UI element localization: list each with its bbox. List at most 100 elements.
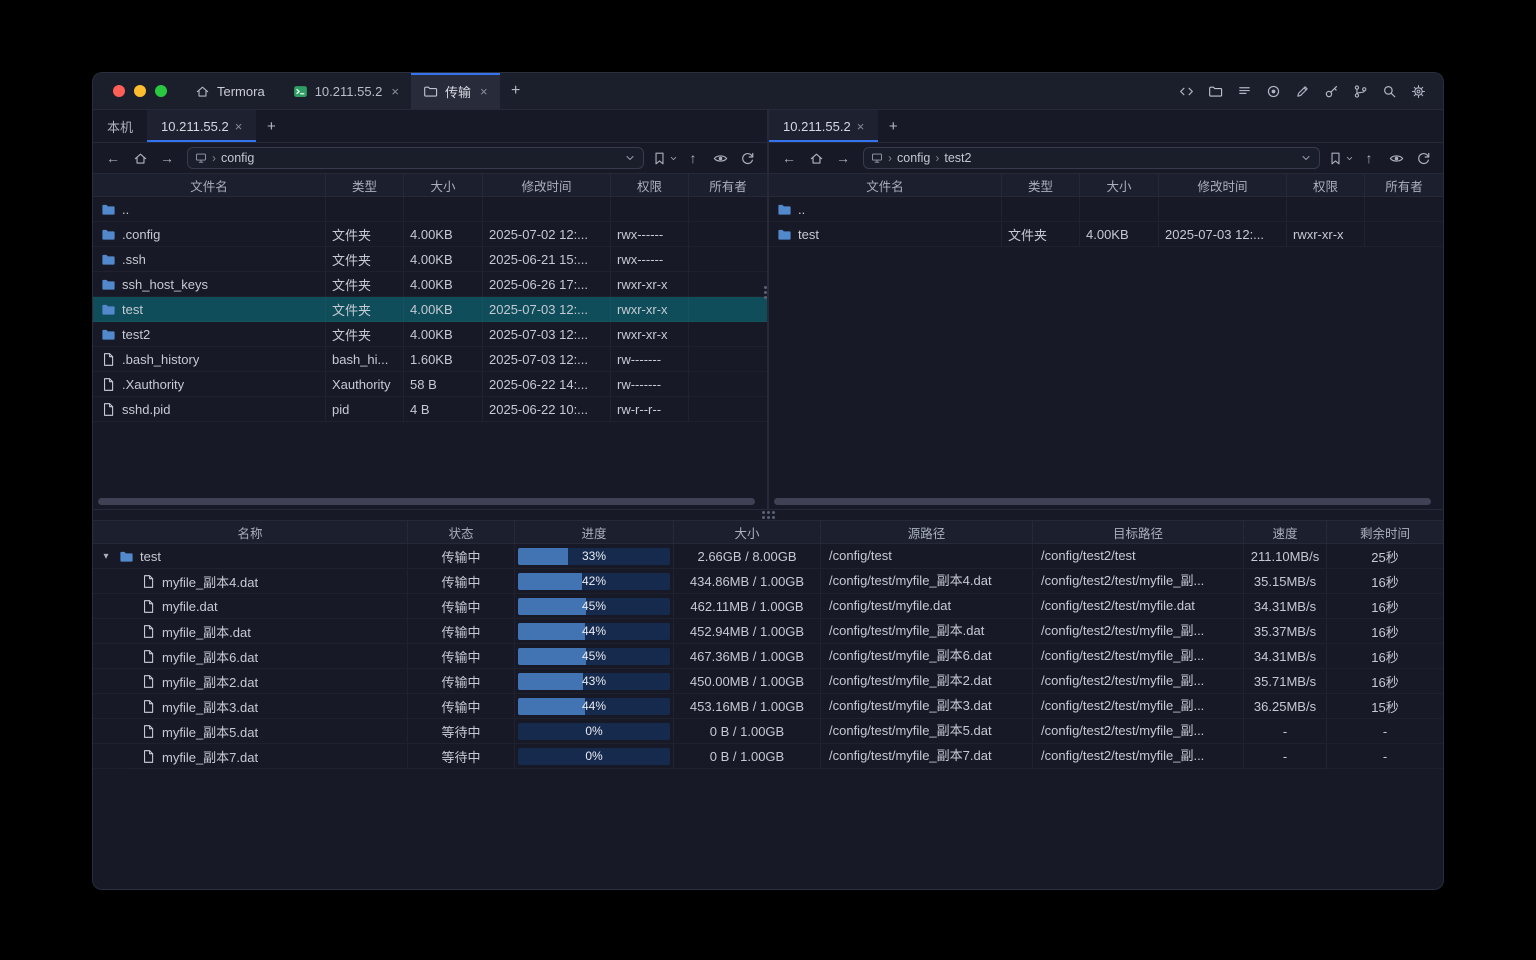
file-column-header[interactable]: 所有者 (1365, 174, 1443, 196)
bookmark-button[interactable] (1328, 147, 1354, 169)
transfer-column-header[interactable]: 大小 (674, 521, 821, 543)
transfer-row[interactable]: myfile_副本2.dat传输中43%450.00MB / 1.00GB/co… (93, 669, 1443, 694)
file-column-header[interactable]: 修改时间 (483, 174, 611, 196)
file-row[interactable]: .. (93, 197, 767, 222)
new-tab-button[interactable]: + (500, 73, 532, 109)
refresh-button[interactable] (735, 147, 759, 169)
tab-transfer[interactable]: 传输 × (411, 73, 500, 109)
code-button[interactable] (1177, 82, 1195, 100)
file-row[interactable]: .XauthorityXauthority58 B2025-06-22 14:.… (93, 372, 767, 397)
pane-tab-host[interactable]: 10.211.55.2 × (769, 110, 878, 142)
transfer-name-cell: myfile_副本4.dat (93, 569, 408, 594)
show-hidden-button[interactable] (708, 147, 732, 169)
close-icon[interactable]: × (391, 84, 399, 99)
record-button[interactable] (1264, 82, 1282, 100)
log-button[interactable] (1235, 82, 1253, 100)
file-row[interactable]: test文件夹4.00KB2025-07-03 12:...rwxr-xr-x (93, 297, 767, 322)
file-row[interactable]: .bash_historybash_hi...1.60KB2025-07-03 … (93, 347, 767, 372)
file-row[interactable]: .ssh文件夹4.00KB2025-06-21 15:...rwx------ (93, 247, 767, 272)
horizontal-scrollbar[interactable] (774, 498, 1438, 505)
transfer-target-path: /config/test2/test/myfile_副... (1033, 619, 1244, 644)
grip-icon (762, 511, 775, 519)
tab-terminal-session[interactable]: 10.211.55.2 × (281, 73, 411, 109)
pane-new-tab-button[interactable]: + (256, 110, 286, 142)
pane-new-tab-button[interactable]: + (878, 110, 908, 142)
transfer-split-handle[interactable] (93, 510, 1443, 520)
transfer-column-header[interactable]: 源路径 (821, 521, 1033, 543)
pane-tab-host[interactable]: 10.211.55.2 × (147, 110, 256, 142)
home-button[interactable] (128, 147, 152, 169)
edit-button[interactable] (1293, 82, 1311, 100)
back-button[interactable]: ← (101, 147, 125, 169)
file-row[interactable]: .. (769, 197, 1443, 222)
chevron-down-icon[interactable] (1300, 152, 1312, 164)
file-row[interactable]: ssh_host_keys文件夹4.00KB2025-06-26 17:...r… (93, 272, 767, 297)
transfer-column-header[interactable]: 目标路径 (1033, 521, 1244, 543)
minimize-window-button[interactable] (134, 85, 146, 97)
transfer-row[interactable]: myfile.dat传输中45%462.11MB / 1.00GB/config… (93, 594, 1443, 619)
transfer-column-header[interactable]: 状态 (408, 521, 515, 543)
refresh-button[interactable] (1411, 147, 1435, 169)
path-input[interactable]: ›config (187, 147, 644, 169)
path-input[interactable]: ›config›test2 (863, 147, 1320, 169)
back-button[interactable]: ← (777, 147, 801, 169)
file-column-header[interactable]: 文件名 (93, 174, 326, 196)
transfer-row[interactable]: myfile_副本7.dat等待中0%0 B / 1.00GB/config/t… (93, 744, 1443, 769)
close-window-button[interactable] (113, 85, 125, 97)
scrollbar-thumb[interactable] (98, 498, 755, 505)
forward-button[interactable]: → (155, 147, 179, 169)
file-column-header[interactable]: 权限 (611, 174, 689, 196)
file-column-header[interactable]: 所有者 (689, 174, 767, 196)
maximize-window-button[interactable] (155, 85, 167, 97)
file-column-header[interactable]: 修改时间 (1159, 174, 1287, 196)
chevron-down-icon[interactable] (624, 152, 636, 164)
show-hidden-button[interactable] (1384, 147, 1408, 169)
file-column-header[interactable]: 权限 (1287, 174, 1365, 196)
file-icon (141, 649, 156, 664)
transfer-row[interactable]: myfile_副本5.dat等待中0%0 B / 1.00GB/config/t… (93, 719, 1443, 744)
search-button[interactable] (1380, 82, 1398, 100)
pane-tab-local[interactable]: 本机 (93, 110, 147, 142)
file-column-header[interactable]: 类型 (1002, 174, 1080, 196)
close-icon[interactable]: × (480, 84, 488, 99)
up-directory-button[interactable]: ↑ (1357, 147, 1381, 169)
file-row[interactable]: sshd.pidpid4 B2025-06-22 10:...rw-r--r-- (93, 397, 767, 422)
transfer-row[interactable]: myfile_副本6.dat传输中45%467.36MB / 1.00GB/co… (93, 644, 1443, 669)
transfer-remaining: - (1327, 719, 1443, 744)
transfer-row[interactable]: myfile_副本.dat传输中44%452.94MB / 1.00GB/con… (93, 619, 1443, 644)
file-row[interactable]: test文件夹4.00KB2025-07-03 12:...rwxr-xr-x (769, 222, 1443, 247)
transfer-column-header[interactable]: 速度 (1244, 521, 1327, 543)
transfer-column-header[interactable]: 进度 (515, 521, 674, 543)
branch-button[interactable] (1351, 82, 1369, 100)
transfer-row[interactable]: ▾test传输中33%2.66GB / 8.00GB/config/test/c… (93, 544, 1443, 569)
log-icon (1237, 84, 1252, 99)
file-row[interactable]: test2文件夹4.00KB2025-07-03 12:...rwxr-xr-x (93, 322, 767, 347)
file-row[interactable]: .config文件夹4.00KB2025-07-02 12:...rwx----… (93, 222, 767, 247)
transfer-row[interactable]: myfile_副本4.dat传输中42%434.86MB / 1.00GB/co… (93, 569, 1443, 594)
scrollbar-thumb[interactable] (774, 498, 1431, 505)
up-directory-button[interactable]: ↑ (681, 147, 705, 169)
settings-button[interactable] (1409, 82, 1427, 100)
bookmark-button[interactable] (652, 147, 678, 169)
close-icon[interactable]: × (857, 119, 865, 134)
file-column-header[interactable]: 类型 (326, 174, 404, 196)
expand-chevron-icon[interactable]: ▾ (99, 551, 113, 562)
right-file-pane: 10.211.55.2 × + ← → ›config›test2 (769, 110, 1443, 509)
folder-icon (101, 302, 116, 317)
file-column-header[interactable]: 大小 (1080, 174, 1159, 196)
file-mtime (1159, 197, 1287, 222)
app-home-button[interactable]: Termora (181, 73, 281, 109)
transfer-column-header[interactable]: 名称 (93, 521, 408, 543)
file-column-header[interactable]: 文件名 (769, 174, 1002, 196)
transfer-column-header[interactable]: 剩余时间 (1327, 521, 1443, 543)
path-segment: test2 (944, 151, 971, 165)
close-icon[interactable]: × (235, 119, 243, 134)
key-button[interactable] (1322, 82, 1340, 100)
forward-button[interactable]: → (831, 147, 855, 169)
settings-icon (1411, 84, 1426, 99)
sftp-folder-button[interactable] (1206, 82, 1224, 100)
horizontal-scrollbar[interactable] (98, 498, 762, 505)
transfer-row[interactable]: myfile_副本3.dat传输中44%453.16MB / 1.00GB/co… (93, 694, 1443, 719)
file-column-header[interactable]: 大小 (404, 174, 483, 196)
home-button[interactable] (804, 147, 828, 169)
